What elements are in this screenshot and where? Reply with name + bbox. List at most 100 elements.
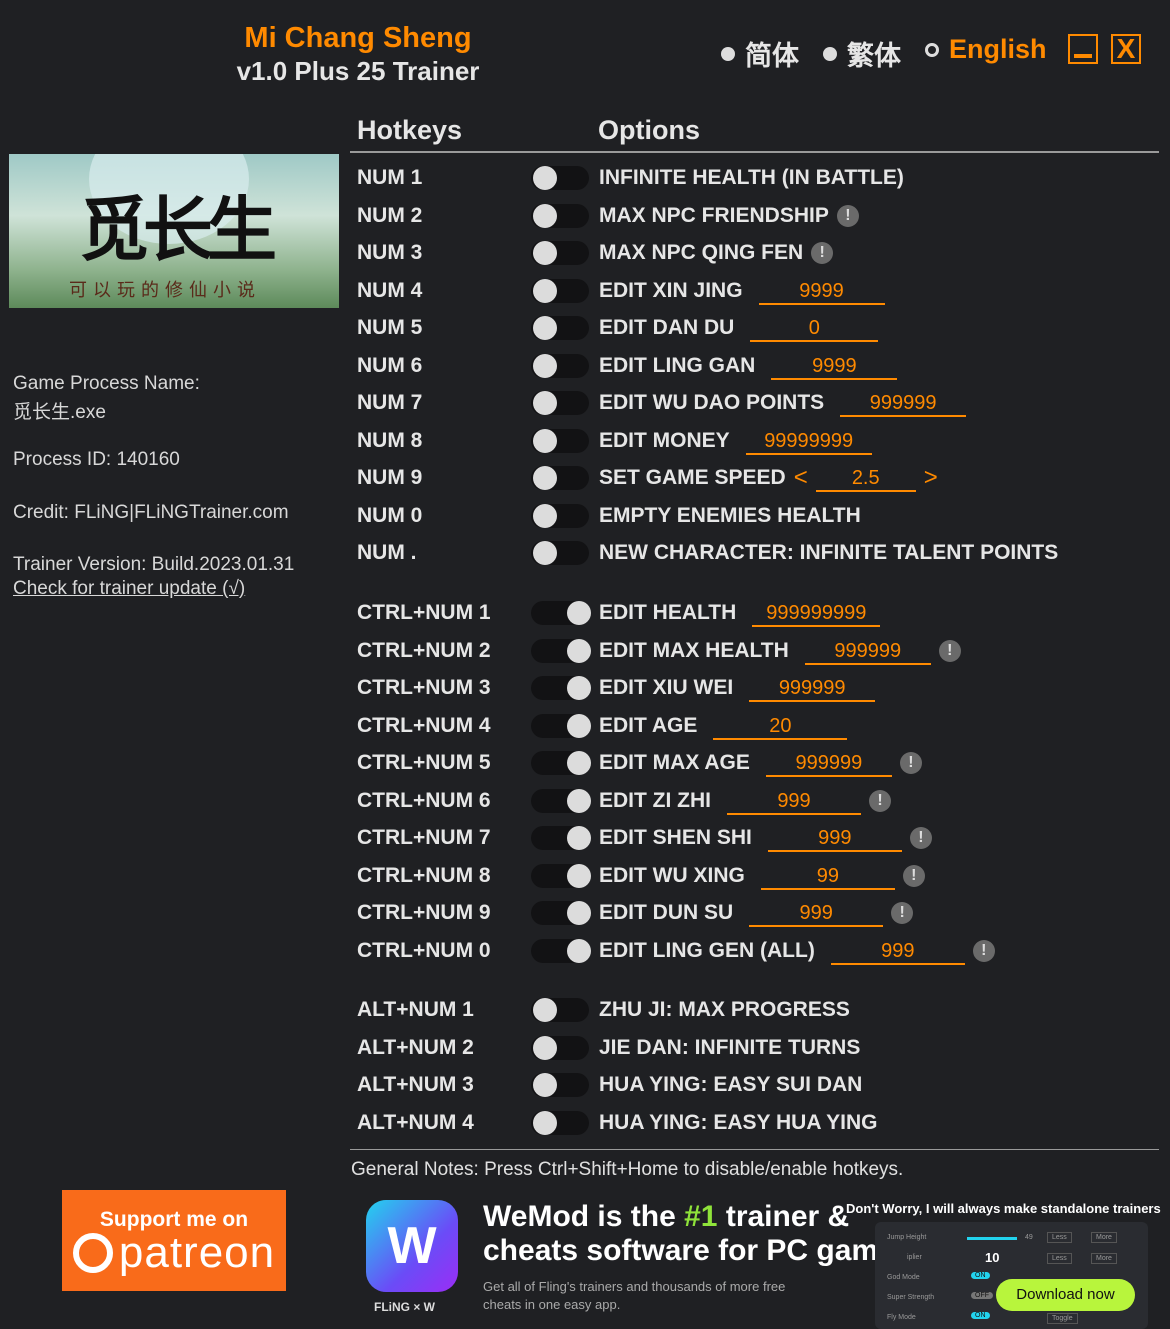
toggle-switch[interactable] [531, 391, 589, 415]
toggle-switch[interactable] [531, 166, 589, 190]
value-input[interactable]: 999 [830, 937, 965, 965]
toggle-switch[interactable] [531, 638, 591, 663]
toggle-switch[interactable] [531, 826, 591, 850]
value-input[interactable]: 99 [760, 862, 895, 890]
option-label: EDIT LING GEN (ALL) [599, 938, 815, 962]
warning-icon[interactable]: ! [811, 242, 834, 264]
toggle-knob [533, 203, 557, 228]
toggle-switch[interactable] [531, 601, 591, 625]
option-row: CTRL+NUM 3 EDIT XIU WEI 999999 [357, 673, 876, 703]
toggle-knob [533, 353, 557, 378]
value-input[interactable]: 999999 [804, 637, 931, 665]
option-label: JIE DAN: INFINITE TURNS [599, 1035, 861, 1059]
value-input[interactable]: 999999 [749, 674, 876, 702]
toggle-switch[interactable] [531, 1111, 589, 1136]
decrease-arrow[interactable]: < [794, 464, 808, 492]
minimize-button[interactable] [1068, 34, 1098, 64]
toggle-knob [533, 541, 557, 565]
value-input[interactable]: 2.5 [815, 464, 916, 492]
toggle-switch[interactable] [531, 278, 589, 303]
value-input[interactable]: 999 [749, 899, 884, 927]
warning-icon[interactable]: ! [938, 639, 961, 662]
option-row: ALT+NUM 3 HUA YING: EASY SUI DAN [357, 1070, 862, 1100]
value-input[interactable]: 0 [750, 314, 879, 342]
option-row: NUM 7 EDIT WU DAO POINTS 999999 [357, 388, 967, 418]
option-label: EDIT XIU WEI [599, 676, 734, 699]
patreon-button[interactable]: Support me on patreon [62, 1190, 286, 1291]
value-input[interactable]: 999 [767, 824, 902, 852]
option-label: HUA YING: EASY SUI DAN [599, 1073, 863, 1097]
toggle-switch[interactable] [531, 788, 591, 813]
warning-icon[interactable]: ! [891, 902, 914, 924]
toggle-switch[interactable] [531, 466, 589, 490]
hotkey: NUM . [357, 541, 417, 564]
download-now-button[interactable]: Download now [996, 1279, 1135, 1311]
trainer-subtitle: v1.0 Plus 25 Trainer [236, 56, 480, 86]
hotkey: CTRL+NUM 6 [357, 788, 491, 812]
toggle-switch[interactable] [531, 1035, 589, 1060]
options-header: Options [598, 115, 700, 145]
value-input[interactable]: 9999 [771, 352, 898, 380]
process-id: Process ID: 140160 [13, 449, 180, 470]
cover-logo: 觅长生 [79, 188, 277, 271]
toggle-knob [567, 676, 591, 700]
value-input[interactable]: 999999 [765, 749, 892, 777]
option-label: SET GAME SPEED [599, 466, 786, 489]
hotkey: NUM 4 [357, 278, 423, 302]
value-input[interactable]: 999999999 [752, 599, 881, 627]
toggle-switch[interactable] [531, 713, 591, 738]
wemod-logo-icon[interactable]: W [366, 1200, 458, 1292]
value-input[interactable]: 999 [727, 787, 861, 815]
toggle-switch[interactable] [531, 541, 589, 565]
toggle-switch[interactable] [531, 863, 591, 888]
toggle-switch[interactable] [531, 316, 589, 340]
hotkey: CTRL+NUM 9 [357, 901, 491, 924]
warning-icon[interactable]: ! [909, 827, 932, 849]
warning-icon[interactable]: ! [972, 939, 995, 962]
value-input[interactable]: 20 [713, 712, 848, 740]
toggle-switch[interactable] [531, 353, 589, 378]
value-input[interactable]: 999999 [840, 389, 967, 417]
warning-icon[interactable]: ! [869, 789, 891, 812]
toggle-switch[interactable] [531, 998, 589, 1022]
lang-simplified[interactable]: 简体 [721, 34, 799, 73]
divider [350, 151, 1159, 153]
toggle-switch[interactable] [531, 751, 591, 775]
close-button[interactable]: X [1111, 34, 1141, 64]
toggle-switch[interactable] [531, 503, 589, 528]
warning-icon[interactable]: ! [902, 864, 925, 887]
option-label: EDIT DAN DU [599, 316, 735, 339]
lang-traditional[interactable]: 繁体 [823, 34, 901, 73]
option-label: EDIT WU DAO POINTS [599, 391, 825, 414]
option-row: NUM 0 EMPTY ENEMIES HEALTH [357, 501, 861, 531]
warning-icon[interactable]: ! [836, 204, 859, 227]
toggle-knob [533, 278, 557, 303]
toggle-switch[interactable] [531, 203, 589, 228]
toggle-switch[interactable] [531, 901, 591, 925]
radio-icon [823, 46, 837, 61]
toggle-switch[interactable] [531, 428, 589, 453]
check-update-link[interactable]: Check for trainer update (√) [13, 578, 245, 600]
option-row: ALT+NUM 2 JIE DAN: INFINITE TURNS [357, 1033, 860, 1063]
toggle-knob [567, 826, 591, 850]
toggle-knob [533, 1035, 557, 1060]
toggle-switch[interactable] [531, 1073, 589, 1098]
increase-arrow[interactable]: > [924, 464, 938, 492]
option-label: EDIT DUN SU [599, 901, 734, 924]
value-input[interactable]: 99999999 [745, 427, 872, 455]
lang-english[interactable]: English [925, 34, 1047, 65]
value-input[interactable]: 9999 [758, 277, 885, 305]
option-row: CTRL+NUM 9 EDIT DUN SU 999! [357, 898, 914, 928]
option-row: CTRL+NUM 4 EDIT AGE 20 [357, 711, 848, 741]
toggle-switch[interactable] [531, 241, 589, 265]
option-label: EDIT MAX HEALTH [599, 638, 789, 662]
toggle-switch[interactable] [531, 676, 591, 700]
option-row: NUM 3 MAX NPC QING FEN! [357, 238, 834, 268]
warning-icon[interactable]: ! [899, 752, 922, 774]
hotkey: CTRL+NUM 5 [357, 751, 491, 774]
option-label: MAX NPC FRIENDSHIP [599, 203, 829, 227]
lang-label: English [949, 34, 1047, 64]
toggle-knob [567, 638, 591, 663]
option-row: NUM 8 EDIT MONEY 99999999 [357, 426, 872, 456]
toggle-switch[interactable] [531, 938, 591, 963]
